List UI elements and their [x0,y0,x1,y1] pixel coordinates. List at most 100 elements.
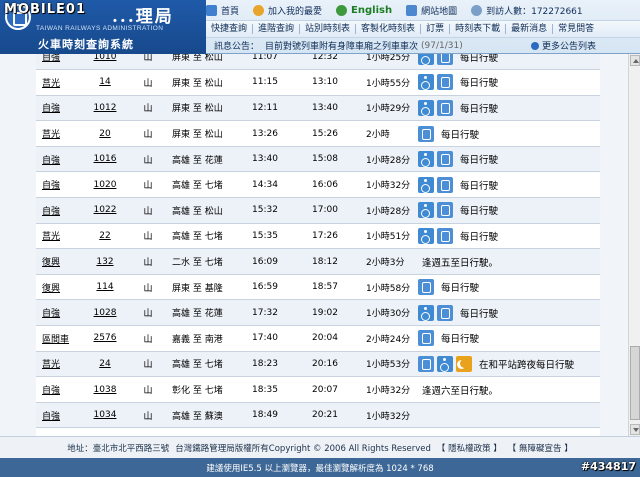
scroll-thumb[interactable] [630,346,640,420]
service-note-cell: 每日行駛 [414,54,600,71]
service-note-text: 每日行駛 [441,129,480,141]
train-type-link[interactable]: 自強 [36,197,76,224]
route-cell: 高雄 至 蘇澳 [162,402,240,429]
home-link[interactable]: 首頁 [206,4,239,17]
nav-faq[interactable]: 常見問答 [553,24,599,34]
seat-icon [437,74,453,91]
duration-cell: 1小時58分 [358,274,414,301]
nav-booking[interactable]: 訂票 [421,24,451,34]
train-type-link[interactable]: 自強 [36,171,76,199]
accessibility-statement-link[interactable]: 【 無障礙宣告 】 [508,442,573,454]
seat-icon [437,151,453,168]
train-number-link[interactable]: 1022 [76,197,134,224]
train-type-link[interactable]: 莒光 [36,69,76,96]
line-cell: 山 [134,69,162,96]
train-number-link[interactable]: 14 [76,69,134,96]
service-note-wrap: 每日行駛 [418,125,600,142]
train-type-link[interactable]: 自強 [36,54,76,71]
train-number-link[interactable]: 1016 [76,146,134,173]
train-number-link[interactable]: 1010 [76,54,134,71]
service-note-cell: 每日行駛 [414,69,600,96]
service-note-text: 每日行駛 [460,180,499,192]
train-type-link[interactable]: 區間車 [36,325,76,352]
vertical-scrollbar[interactable] [628,54,640,436]
train-type-link[interactable]: 自強 [36,299,76,327]
train-type-link[interactable]: 莒光 [36,223,76,250]
announcement-label: 訊息公告： [214,42,260,52]
timetable-row: 自強 1010 山屏東 至 松山 11:07 12:32 1小時25分 每日行駛 [36,54,600,71]
train-type-link[interactable]: 復興 [36,274,76,301]
service-note-text: 每日行駛 [460,308,499,320]
line-cell: 山 [134,351,162,378]
train-number-link[interactable]: 22 [76,223,134,250]
wheelchair-icon [418,202,434,219]
more-announcements-label: 更多公告列表 [541,42,596,52]
train-type-link[interactable]: 莒光 [36,351,76,378]
service-note-cell: 每日行駛 [414,299,600,327]
arrival-time-cell: 18:57 [298,274,358,301]
arrival-time-cell: 20:16 [298,351,358,378]
service-note-text: 每日行駛 [460,206,499,218]
english-link-label: English [351,4,393,16]
train-number-link[interactable]: 20 [76,120,134,147]
visitor-icon [471,4,483,16]
scroll-up-arrow-icon[interactable] [630,55,640,66]
logo-english-name: TAIWAN RAILWAYS ADMINISTRATION [36,25,164,32]
sitemap-link[interactable]: 網站地圖 [406,4,457,17]
service-note-text: 每日行駛 [460,54,499,64]
logo-title: ...理局 [112,7,174,27]
nav-custom-timetable[interactable]: 客製化時刻表 [356,24,422,34]
site-logo[interactable]: ...理局 TAIWAN RAILWAYS ADMINISTRATION 火車時… [0,0,206,54]
departure-time-cell: 18:49 [240,402,298,429]
service-note-wrap: 每日行駛 [418,99,600,116]
service-note-cell: 每日行駛 [414,274,600,301]
nav-advanced-search[interactable]: 進階查詢 [253,24,301,34]
train-type-link[interactable]: 復興 [36,248,76,275]
visitor-counter: 到訪人數：172272661 [471,4,583,17]
nav-timetable-download[interactable]: 時刻表下載 [450,24,507,34]
nav-station-timetable[interactable]: 站別時刻表 [300,24,357,34]
wheelchair-icon [418,151,434,168]
seat-icon [418,125,434,142]
service-note-cell: 每日行駛 [414,223,600,250]
nav-quick-search[interactable]: 快捷查詢 [206,24,254,34]
service-note-cell: 每日行駛 [414,197,600,224]
line-cell: 山 [134,197,162,224]
train-number-link[interactable]: 2576 [76,325,134,352]
train-type-link[interactable]: 自強 [36,376,76,403]
train-number-link[interactable]: 1038 [76,376,134,403]
train-number-link[interactable]: 24 [76,351,134,378]
sitemap-icon [406,4,418,16]
duration-cell: 1小時51分 [358,223,414,250]
train-type-link[interactable]: 自強 [36,146,76,173]
nav-news[interactable]: 最新消息 [506,24,554,34]
service-note-text: 每日行駛 [460,103,499,115]
train-type-link[interactable]: 自強 [36,402,76,429]
line-cell: 山 [134,299,162,327]
train-number-link[interactable]: 1028 [76,299,134,327]
route-cell: 高雄 至 花蓮 [162,146,240,173]
departure-time-cell: 16:59 [240,274,298,301]
privacy-policy-link[interactable]: 【 隱私權政策 】 [437,442,502,454]
train-number-link[interactable]: 114 [76,274,134,301]
train-type-link[interactable]: 自強 [36,95,76,122]
duration-cell: 1小時29分 [358,95,414,122]
site-header: ...理局 TAIWAN RAILWAYS ADMINISTRATION 火車時… [0,0,640,54]
scroll-down-arrow-icon[interactable] [630,424,640,435]
route-cell: 高雄 至 花蓮 [162,299,240,327]
service-note-cell [414,402,600,429]
service-note-cell: 每日行駛 [414,120,600,147]
more-announcements-link[interactable]: 更多公告列表 [530,39,596,52]
announcement-link[interactable]: 目前對號列車附有身障車廂之列車車次 [265,39,418,52]
timetable-row: 自強 1012 山屏東 至 松山 12:11 13:40 1小時29分 每日行駛 [36,95,600,122]
train-number-link[interactable]: 1012 [76,95,134,122]
train-type-link[interactable]: 莒光 [36,120,76,147]
departure-time-cell: 13:40 [240,146,298,173]
train-number-link[interactable]: 132 [76,248,134,275]
service-note-text: 在和平站跨夜每日行駛 [479,359,575,371]
train-number-link[interactable]: 1020 [76,171,134,199]
english-link[interactable]: English [336,4,393,16]
left-margin [0,54,36,436]
add-favorite-link[interactable]: 加入我的最愛 [253,4,322,17]
train-number-link[interactable]: 1034 [76,402,134,429]
